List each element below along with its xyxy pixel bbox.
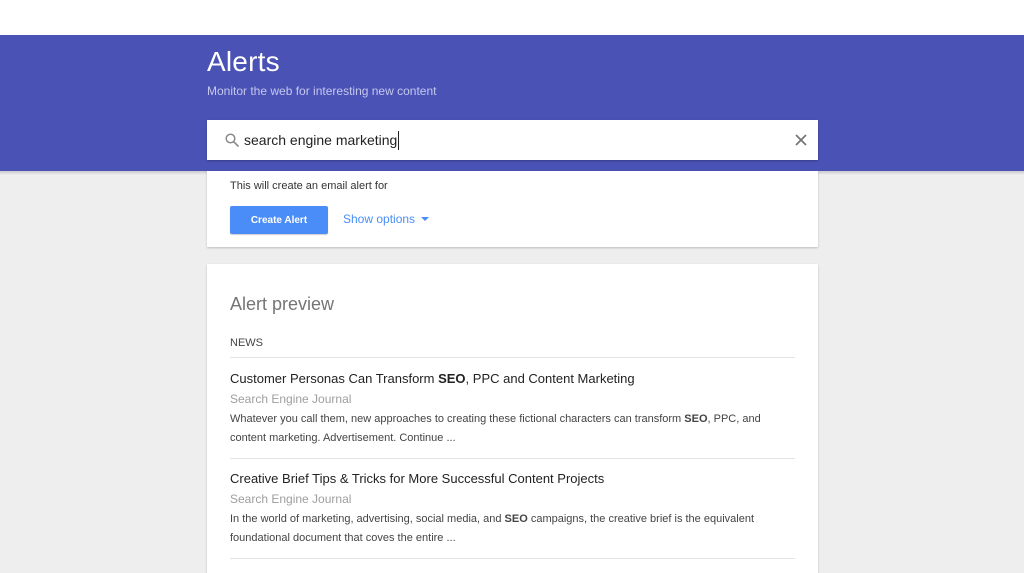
page-title: Alerts [207, 46, 280, 77]
show-options-label: Show options [343, 212, 416, 226]
article-title-link[interactable]: Creative Brief Tips & Tricks for More Su… [230, 471, 795, 487]
title-text: Customer Personas Can Transform [230, 371, 439, 386]
chevron-down-icon [421, 217, 430, 221]
divider [230, 458, 795, 459]
alert-info-text: This will create an email alert for [230, 180, 388, 192]
alert-preview-title: Alert preview [230, 294, 335, 314]
search-input[interactable] [244, 129, 774, 151]
search-box [207, 120, 818, 160]
search-icon [225, 133, 239, 147]
divider [230, 558, 795, 559]
snippet-text: In the world of marketing, advertising, … [230, 513, 505, 525]
close-icon[interactable] [794, 133, 808, 147]
article-snippet: In the world of marketing, advertising, … [230, 510, 795, 548]
snippet-keyword: SEO [684, 413, 708, 425]
article-snippet: Whatever you call them, new approaches t… [230, 410, 795, 448]
news-article: Creative Brief Tips & Tricks for More Su… [230, 471, 795, 548]
page-subtitle: Monitor the web for interesting new cont… [207, 84, 437, 98]
text-cursor [398, 131, 399, 150]
snippet-text: Whatever you call them, new approaches t… [230, 413, 685, 425]
article-title-link[interactable]: Customer Personas Can Transform SEO, PPC… [230, 371, 795, 387]
article-source: Search Engine Journal [230, 392, 352, 406]
snippet-keyword: SEO [504, 513, 528, 525]
news-article: Customer Personas Can Transform SEO, PPC… [230, 371, 795, 448]
create-alert-card: This will create an email alert for Crea… [207, 171, 818, 247]
create-alert-button[interactable]: Create Alert [230, 206, 328, 234]
article-source: Search Engine Journal [230, 492, 352, 506]
alert-preview-card: Alert preview NEWS Customer Personas Can… [207, 264, 818, 573]
divider [230, 357, 795, 358]
show-options-link[interactable]: Show options [343, 212, 430, 226]
title-text: , PPC and Content Marketing [465, 371, 635, 386]
news-section-label: NEWS [230, 337, 263, 349]
title-keyword: SEO [438, 371, 466, 386]
top-blank-bar [0, 0, 1024, 35]
